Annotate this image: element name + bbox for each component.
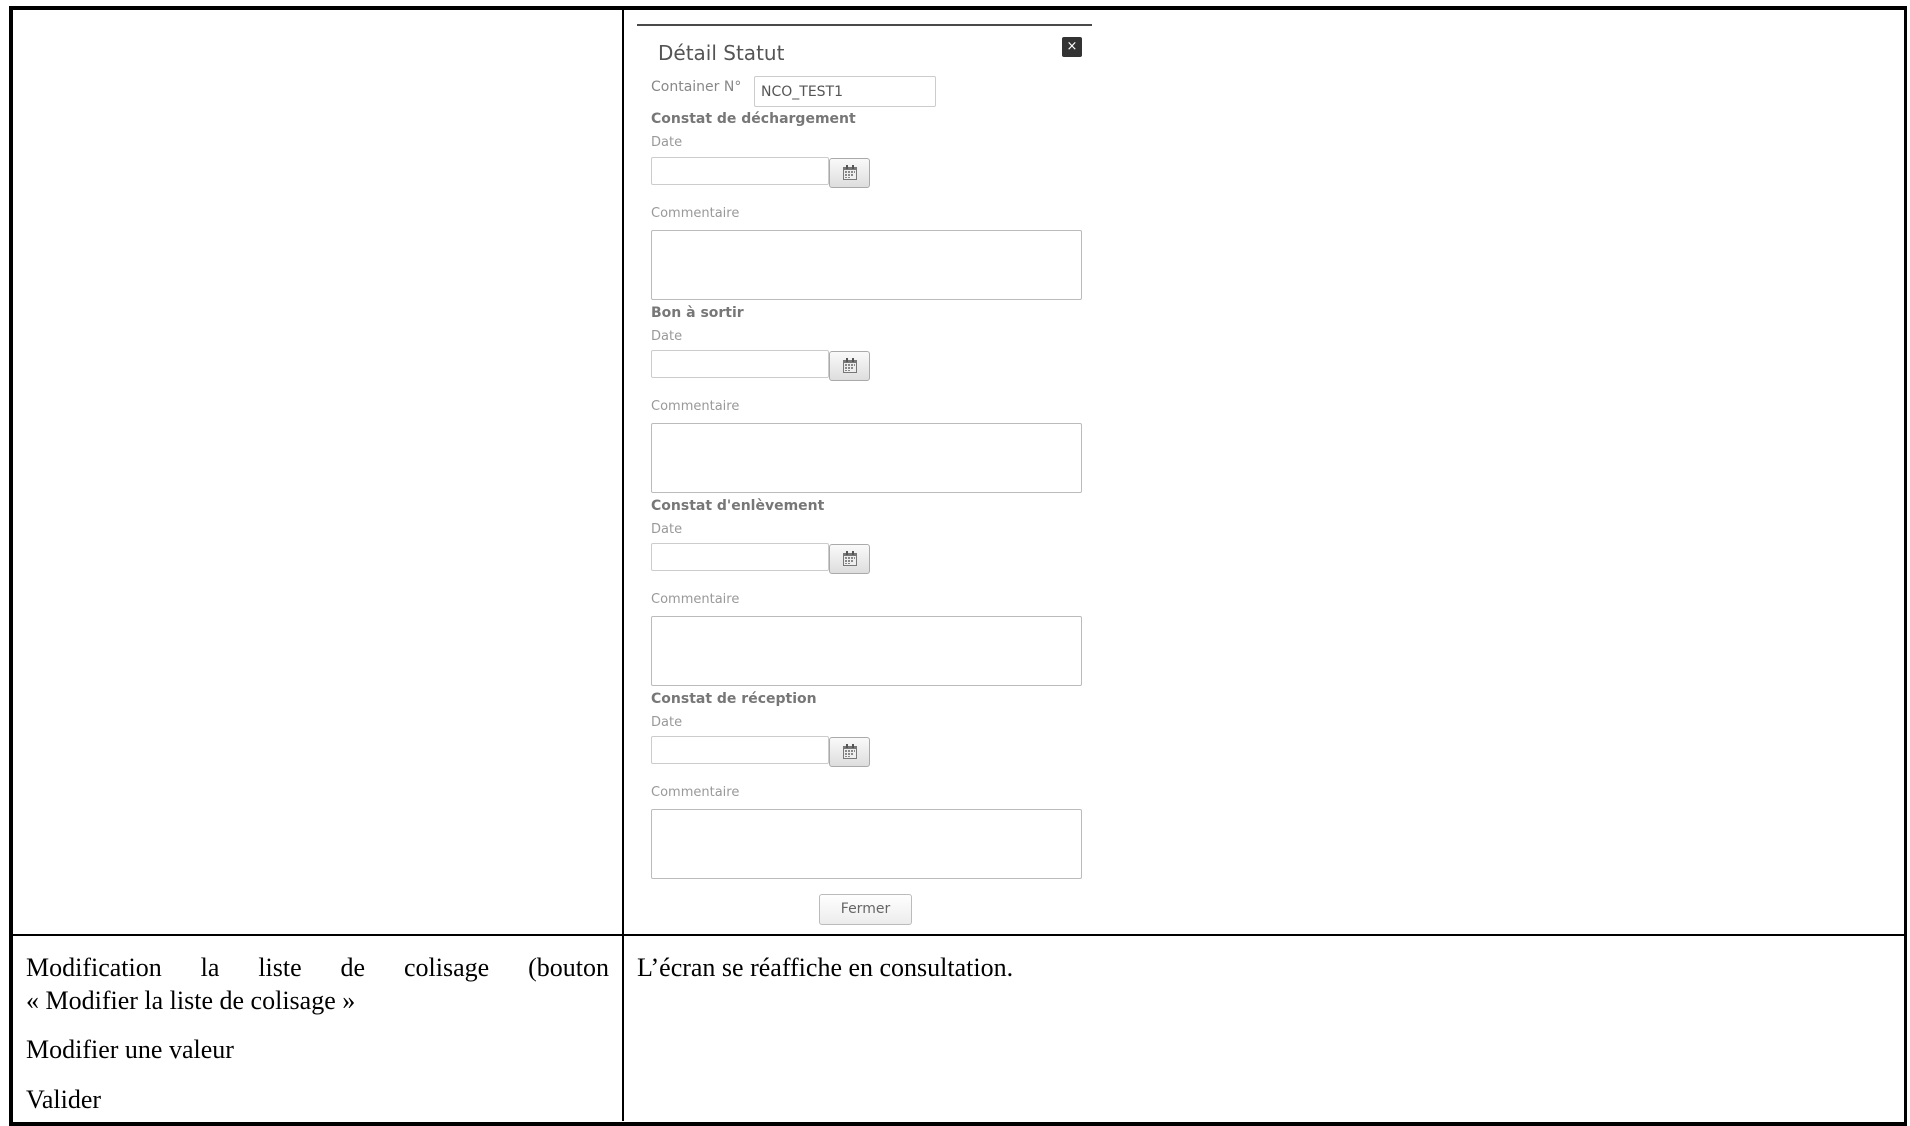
word: de <box>340 953 366 982</box>
calendar-icon <box>842 165 857 180</box>
comment-label: Commentaire <box>651 785 740 800</box>
container-label: Container N° <box>651 79 742 95</box>
comment-label: Commentaire <box>651 592 740 607</box>
comment-label: Commentaire <box>651 206 740 221</box>
date-label: Date <box>651 715 683 730</box>
word: Modification <box>26 953 162 982</box>
section-title-bon-a-sortir: Bon à sortir <box>651 305 744 321</box>
section-title-enlevement: Constat d'enlèvement <box>651 498 825 514</box>
word: (bouton <box>528 953 609 982</box>
dialog-top-border <box>637 24 1092 26</box>
calendar-button[interactable] <box>829 737 870 767</box>
calendar-button[interactable] <box>829 544 870 574</box>
dialog-title: Détail Statut <box>658 41 785 65</box>
comment-textarea-bon-a-sortir[interactable] <box>651 423 1082 493</box>
detail-statut-dialog: Détail Statut × Container N° NCO_TEST1 C… <box>637 20 1092 930</box>
step-action-modify-value: Modifier une valeur <box>26 1035 234 1064</box>
calendar-button[interactable] <box>829 351 870 381</box>
date-input-reception[interactable] <box>651 736 829 764</box>
word: la <box>200 953 220 982</box>
calendar-icon <box>842 358 857 373</box>
date-input-bon-a-sortir[interactable] <box>651 350 829 378</box>
word: colisage <box>403 953 490 982</box>
comment-textarea-enlevement[interactable] <box>651 616 1082 686</box>
date-label: Date <box>651 522 683 537</box>
word: liste <box>258 953 302 982</box>
date-label: Date <box>651 135 683 150</box>
calendar-button[interactable] <box>829 158 870 188</box>
comment-textarea-dechargement[interactable] <box>651 230 1082 300</box>
container-number-input[interactable]: NCO_TEST1 <box>754 76 936 107</box>
section-title-dechargement: Constat de déchargement <box>651 111 856 127</box>
step-action-validate: Valider <box>26 1085 102 1114</box>
expected-result-text: L’écran se réaffiche en consultation. <box>637 953 1014 982</box>
comment-textarea-reception[interactable] <box>651 809 1082 879</box>
comment-label: Commentaire <box>651 399 740 414</box>
date-input-dechargement[interactable] <box>651 157 829 185</box>
section-title-reception: Constat de réception <box>651 691 817 707</box>
step-description-line2: « Modifier la liste de colisage » <box>26 986 356 1015</box>
column-divider <box>622 6 624 1121</box>
close-button[interactable]: × <box>1062 37 1082 57</box>
calendar-icon <box>842 551 857 566</box>
step-description-line1: Modification la liste de colisage (bouto… <box>26 953 609 983</box>
date-label: Date <box>651 329 683 344</box>
fermer-button[interactable]: Fermer <box>819 894 912 925</box>
calendar-icon <box>842 744 857 759</box>
date-input-enlevement[interactable] <box>651 543 829 571</box>
row-divider <box>9 934 1907 936</box>
